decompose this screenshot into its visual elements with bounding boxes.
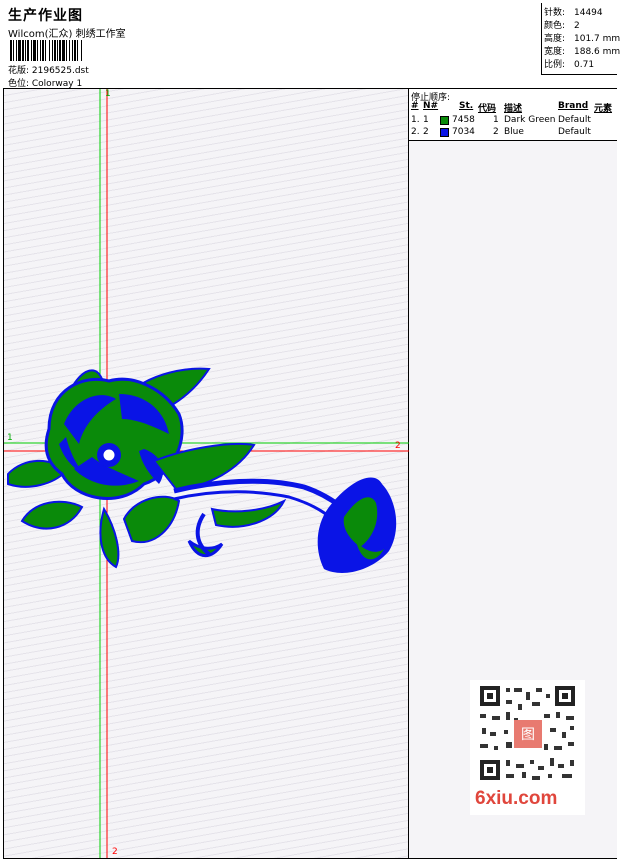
color-swatch: [440, 128, 449, 137]
stat-stitches: 针数: 14494: [544, 8, 603, 18]
col-n: N#: [423, 101, 439, 111]
design-file-label: 花版: 2196525.dst: [8, 66, 89, 76]
colorway-label: 色位: Colorway 1: [8, 79, 83, 89]
embroidery-design: [4, 89, 409, 858]
stop-sequence-table: 停止顺序: # N# St. 代码 描述 Brand 元素 1. 1 7458 …: [409, 89, 617, 141]
guide-label-red-h: 2: [395, 441, 401, 451]
stat-height: 高度: 101.7 mm: [544, 34, 620, 44]
guide-label-green-v: 1: [105, 89, 111, 99]
guide-label-green-h: 1: [7, 433, 13, 443]
barcode-bar: [82, 40, 83, 61]
barcode: [10, 40, 145, 61]
studio-name: Wilcom(汇众) 刺绣工作室: [8, 29, 126, 40]
col-index: #: [411, 101, 419, 111]
flower-motif: [7, 367, 397, 573]
svg-text:图: 图: [521, 727, 535, 743]
col-stitches: St.: [459, 101, 474, 111]
page-title: 生产作业图: [8, 8, 83, 24]
stat-colors: 颜色: 2: [544, 21, 580, 31]
stat-width: 宽度: 188.6 mm: [544, 47, 620, 57]
design-canvas: 1 2 1 2: [4, 89, 409, 858]
table-row: 1. 1 7458 1 Dark Green Default: [411, 115, 591, 125]
watermark-logo: 6xiu.com: [475, 788, 558, 809]
col-element: 元素: [594, 104, 613, 114]
table-row: 2. 2 7034 2 Blue Default: [411, 127, 591, 137]
color-swatch: [440, 116, 449, 125]
guide-label-red-v: 2: [112, 847, 118, 857]
qr-code-graphic: 图: [480, 686, 575, 780]
header: 生产作业图 Wilcom(汇众) 刺绣工作室 花版: 2196525.dst 色…: [3, 3, 620, 89]
stat-scale: 比例: 0.71: [544, 60, 595, 70]
col-brand: Brand: [558, 101, 589, 111]
col-code: 代码: [478, 104, 497, 114]
col-description: 描述: [504, 104, 523, 114]
stats-box: 针数: 14494 颜色: 2 高度: 101.7 mm 宽度: 188.6 mm 比例…: [541, 3, 620, 75]
